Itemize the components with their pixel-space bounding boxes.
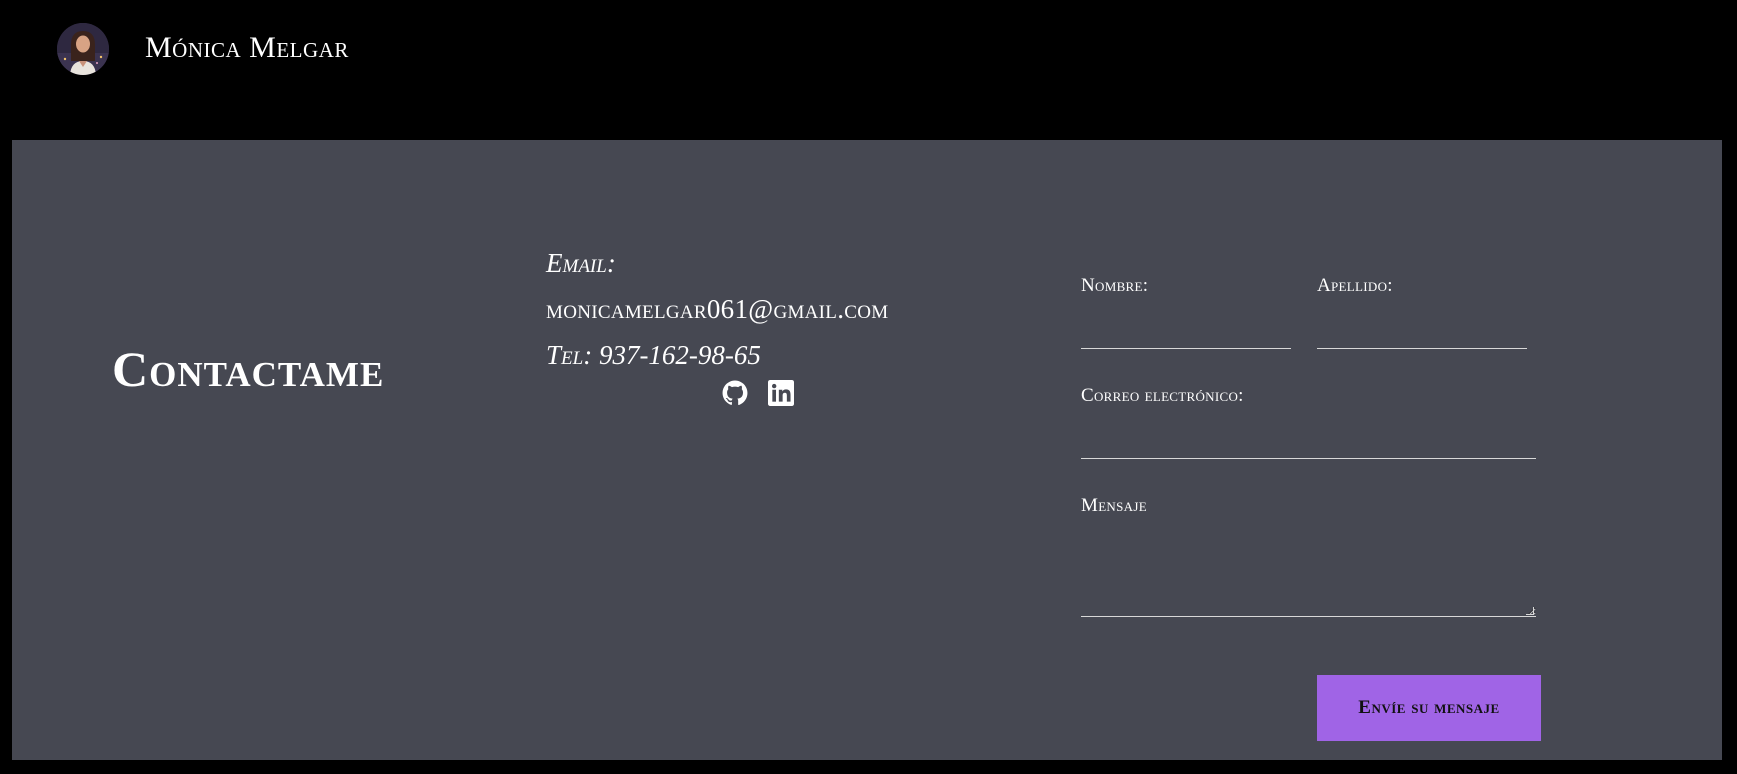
linkedin-icon[interactable] — [768, 380, 794, 406]
phone-line: Tel: 937-162-98-65 — [546, 332, 888, 378]
message-textarea[interactable] — [1081, 530, 1536, 617]
last-name-input[interactable] — [1317, 319, 1527, 349]
site-header: Mónica Melgar — [0, 0, 1737, 140]
first-name-label: Nombre: — [1081, 275, 1149, 296]
email-field-label: Correo electrónico: — [1081, 385, 1244, 406]
email-label: Email: — [546, 248, 616, 278]
message-label: Mensaje — [1081, 495, 1147, 516]
github-icon[interactable] — [722, 380, 748, 406]
submit-button[interactable]: Envíe su mensaje — [1317, 675, 1541, 741]
contact-info: Email: monicamelgar061@gmail.com Tel: 93… — [546, 240, 888, 378]
brand-name[interactable]: Mónica Melgar — [145, 30, 349, 66]
social-links — [722, 380, 794, 406]
email-address: monicamelgar061@gmail.com — [546, 294, 889, 324]
avatar[interactable] — [57, 23, 109, 75]
last-name-label: Apellido: — [1317, 275, 1393, 296]
contact-section: Contactame Email: monicamelgar061@gmail.… — [12, 140, 1722, 760]
profile-photo-icon — [57, 23, 109, 75]
phone-number: 937-162-98-65 — [598, 340, 761, 370]
first-name-input[interactable] — [1081, 319, 1291, 349]
resize-handle-icon[interactable] — [1526, 607, 1534, 615]
email-field[interactable] — [1081, 429, 1536, 459]
phone-label: Tel: — [546, 340, 593, 370]
contact-title: Contactame — [112, 341, 385, 397]
